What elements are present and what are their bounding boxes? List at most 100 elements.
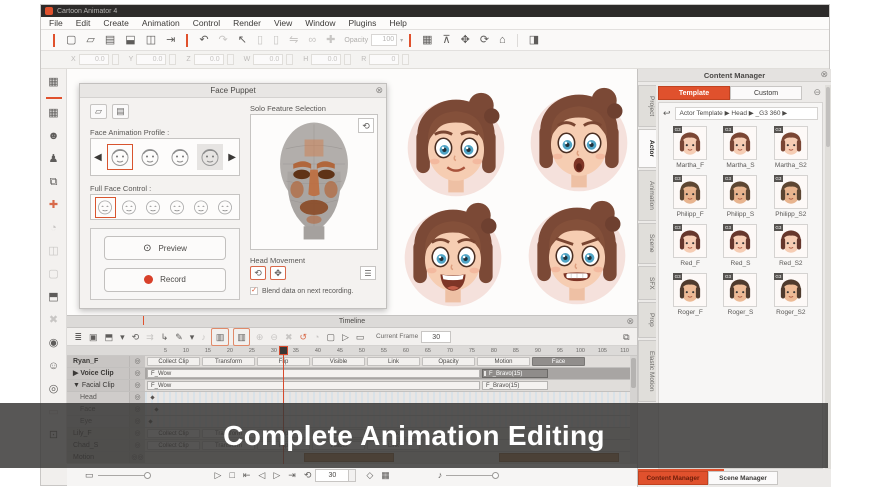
head-move-icon[interactable]: ✥ xyxy=(270,266,286,280)
transform-field-spinner[interactable] xyxy=(402,54,410,65)
save-project-icon[interactable]: ▤ xyxy=(100,31,120,50)
loop-playback-button[interactable]: ⟲ xyxy=(300,466,316,485)
play-button[interactable]: ▷ xyxy=(211,466,226,485)
full-face-3[interactable] xyxy=(143,197,164,218)
reset-view-icon[interactable]: ⟲ xyxy=(358,118,374,133)
manager-tab[interactable]: Scene Manager xyxy=(708,471,778,485)
reset-key-icon[interactable]: ↺ xyxy=(296,329,311,345)
rotate-tool-icon[interactable]: ⟳ xyxy=(475,31,494,50)
zoom-in-icon[interactable]: ⊕ xyxy=(252,329,267,345)
transform-field-spinner[interactable] xyxy=(226,54,234,65)
stop-range-icon[interactable]: ▭ xyxy=(352,329,368,345)
content-scrollbar-thumb[interactable] xyxy=(826,87,830,147)
content-side-tab[interactable]: Scene xyxy=(638,223,656,264)
zoom-out-icon[interactable]: ⊖ xyxy=(267,329,282,345)
solo-feature-box[interactable]: ⟲ xyxy=(250,114,378,250)
template-item[interactable]: G3 Philipp_S2 xyxy=(766,175,816,218)
menu-item[interactable]: View xyxy=(274,18,292,28)
play-range-icon[interactable]: ▷ xyxy=(339,329,353,345)
character-head-grimace[interactable] xyxy=(519,194,635,314)
content-store-icon[interactable]: ⬓ xyxy=(120,31,140,50)
menu-item[interactable]: Plugins xyxy=(349,18,377,28)
pin-icon[interactable]: ⊼ xyxy=(438,31,456,50)
content-side-tab[interactable]: Elastic Motion xyxy=(638,339,656,403)
track-filter-button[interactable]: Opacity xyxy=(422,357,475,366)
content-side-tab[interactable]: Prop xyxy=(638,302,656,338)
timeline-header[interactable]: Timeline ⊗ xyxy=(67,316,637,328)
template-item[interactable]: G3 Roger_S2 xyxy=(766,273,816,316)
record-button[interactable]: Record xyxy=(104,267,226,292)
transform-field-input[interactable]: 0.0 xyxy=(193,54,224,65)
track-filter-button[interactable]: Transform xyxy=(202,357,255,366)
previous-frame-button[interactable]: ◁ xyxy=(254,466,269,485)
timeline-close-icon[interactable]: ⊗ xyxy=(626,316,634,327)
transform-field-spinner[interactable] xyxy=(286,54,294,65)
track-filter-button[interactable]: Link xyxy=(367,357,420,366)
move-tool-icon[interactable]: ✥ xyxy=(456,31,475,50)
current-frame-input[interactable]: 30 xyxy=(421,330,452,343)
range-select-icon[interactable]: ▢ xyxy=(323,329,339,345)
template-item[interactable]: G3 Red_S xyxy=(715,224,765,267)
template-item[interactable]: G3 Martha_S2 xyxy=(766,126,816,169)
breadcrumb[interactable]: Actor Template ▶ Head ▶ _G3 360 ▶ xyxy=(674,107,818,120)
zoom-slider-knob[interactable] xyxy=(143,471,151,479)
transform-field-spinner[interactable] xyxy=(169,54,177,65)
save-profile-icon[interactable]: ▤ xyxy=(112,104,129,119)
transform-field-input[interactable]: 0.0 xyxy=(136,54,167,65)
character-head-laugh[interactable] xyxy=(395,196,511,315)
undo-icon[interactable]: ↶ xyxy=(194,31,213,50)
edit-motion-caret-icon[interactable]: ▾ xyxy=(186,329,198,345)
playhead-handle[interactable] xyxy=(279,346,288,355)
template-item[interactable]: G3 Martha_S xyxy=(715,126,765,169)
delete-key-icon[interactable]: ✖ xyxy=(281,329,296,345)
stage-media-icon[interactable]: ▦ xyxy=(48,102,58,125)
transform-field-input[interactable]: 0.0 xyxy=(78,54,109,65)
content-side-tab[interactable]: SFX xyxy=(638,265,656,301)
head-rotate-icon[interactable]: ⟲ xyxy=(250,266,266,280)
full-face-2[interactable] xyxy=(119,197,140,218)
face-puppet-header[interactable]: Face Puppet ⊗ xyxy=(80,84,386,98)
menu-item[interactable]: Edit xyxy=(76,18,91,28)
prop-icon[interactable]: ⬒ xyxy=(48,286,58,309)
export-icon[interactable]: ⇥ xyxy=(161,31,180,50)
actor-icon[interactable]: ☻ xyxy=(48,125,60,148)
home-view-icon[interactable]: ⌂ xyxy=(494,31,511,50)
timeline-scrollbar-thumb[interactable] xyxy=(631,358,636,388)
menu-item[interactable]: Control xyxy=(193,18,220,28)
timeline-options-icon[interactable]: ⧉ xyxy=(620,329,633,345)
stop-button[interactable]: □ xyxy=(225,466,238,485)
face-key-icon[interactable]: ◔ xyxy=(50,217,57,240)
full-face-5[interactable] xyxy=(191,197,212,218)
play-settings-icon[interactable]: ◇ xyxy=(362,466,377,485)
content-side-tab[interactable]: Animation xyxy=(638,170,656,222)
template-item[interactable]: G3 Red_S2 xyxy=(766,224,816,267)
audio-track-icon[interactable]: ♪ xyxy=(198,329,210,345)
collect-clip-icon[interactable]: ⬒ xyxy=(101,329,117,345)
last-frame-button[interactable]: ⇥ xyxy=(284,466,300,485)
track-filter-button[interactable]: Motion xyxy=(477,357,530,366)
content-manager-header[interactable]: Content Manager ⊗ xyxy=(638,69,831,82)
profile-face-round[interactable] xyxy=(167,144,193,170)
loop-clip-icon[interactable]: ⟲ xyxy=(128,329,143,345)
track-gear-icon[interactable]: ◎ xyxy=(129,356,145,367)
menu-item[interactable]: Help xyxy=(389,18,406,28)
opacity-input[interactable]: 100 xyxy=(371,34,398,46)
add-icon[interactable]: ✚ xyxy=(321,31,340,50)
sample-key-icon[interactable]: ◔ xyxy=(311,329,323,345)
menu-item[interactable]: Animation xyxy=(142,18,180,28)
template-item[interactable]: G3 Philipp_S xyxy=(715,175,765,218)
profile-next-icon[interactable]: ▶ xyxy=(225,152,239,163)
next-frame-button[interactable]: ▷ xyxy=(269,466,284,485)
head-movement-list-icon[interactable]: ☰ xyxy=(360,266,376,280)
audio-volume-slider[interactable]: ♪ xyxy=(434,466,500,485)
full-face-1[interactable] xyxy=(94,196,116,218)
first-frame-button[interactable]: ⇤ xyxy=(239,466,255,485)
full-face-6[interactable] xyxy=(215,197,236,218)
copy-icon[interactable]: ▯ xyxy=(252,31,268,50)
face-mocap-icon[interactable]: ◎ xyxy=(49,378,59,401)
track-filter-button[interactable]: Collect Clip xyxy=(147,357,200,366)
redo-icon[interactable]: ↷ xyxy=(214,31,233,50)
menu-item[interactable]: Render xyxy=(233,18,261,28)
shift-keys-icon[interactable]: ⇉ xyxy=(143,329,158,345)
display-mode-icon[interactable]: ▦ xyxy=(377,466,394,485)
